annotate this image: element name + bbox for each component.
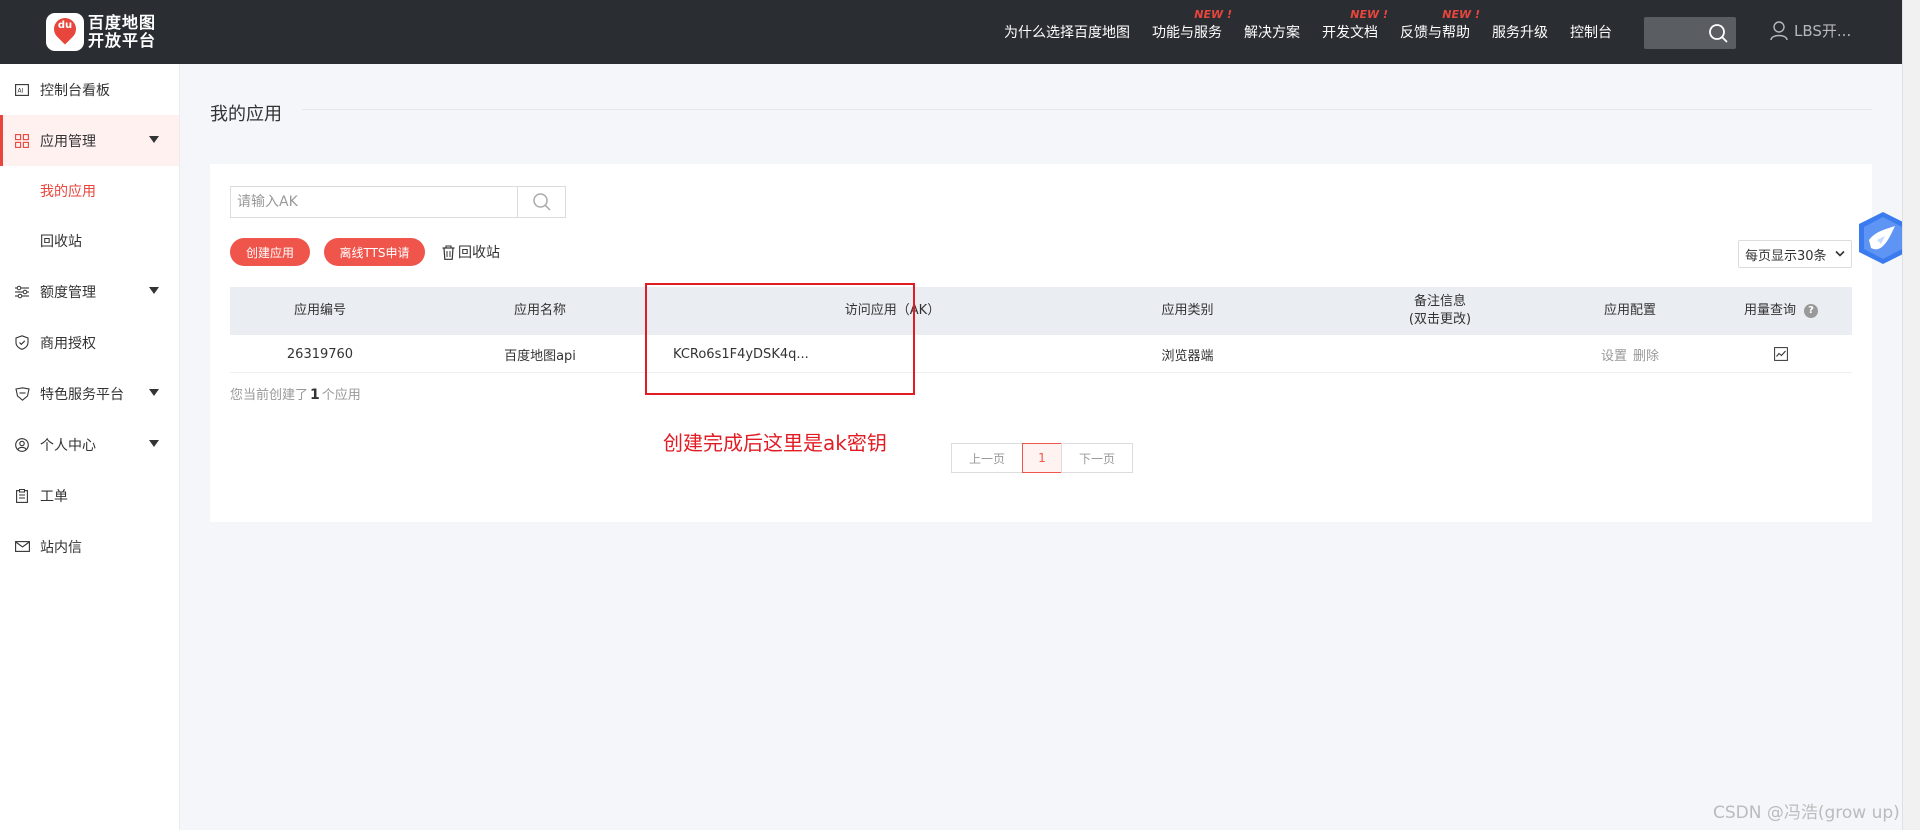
note-cell[interactable] (1290, 335, 1590, 373)
settings-link[interactable]: 设置 (1601, 345, 1627, 364)
delete-link[interactable]: 删除 (1633, 345, 1659, 364)
sidebar-item-dashboard[interactable]: AI 控制台看板 (0, 64, 179, 115)
watermark: CSDN @冯浩(grow up) (1713, 803, 1900, 823)
sidebar-item-featured-services[interactable]: 特色服务平台 (0, 368, 179, 419)
mail-icon (14, 539, 30, 555)
nav-features[interactable]: 功能与服务 NEW ! (1152, 8, 1232, 42)
nav-upgrade[interactable]: 服务升级 (1492, 22, 1548, 42)
app-id-cell: 26319760 (286, 346, 354, 362)
nav-solutions[interactable]: 解决方案 (1244, 22, 1300, 42)
title-divider (302, 109, 1872, 110)
app-name-cell: 百度地图api (504, 348, 576, 364)
ak-search-button[interactable] (517, 187, 565, 217)
sidebar-item-quota[interactable]: 额度管理 (0, 266, 179, 317)
chart-icon[interactable] (1774, 347, 1788, 361)
ak-search-input[interactable] (231, 187, 519, 217)
app-type-cell: 浏览器端 (1161, 348, 1214, 364)
trash-icon (442, 244, 455, 260)
badge-icon (14, 386, 30, 402)
app-count-text: 您当前创建了 1 个应用 (230, 387, 361, 403)
annotation-box (645, 283, 915, 395)
scrollbar[interactable] (1902, 0, 1920, 830)
sidebar-item-recycle-bin[interactable]: 回收站 (0, 216, 179, 266)
sliders-icon (14, 284, 30, 300)
user-name: LBS开... (1794, 22, 1852, 40)
nav-why-baidu[interactable]: 为什么选择百度地图 (1004, 22, 1130, 42)
main-nav: 为什么选择百度地图 功能与服务 NEW ! 解决方案 开发文档 NEW ! 反馈与帮… (982, 0, 1612, 64)
col-usage-query: 用量查询? (1710, 287, 1852, 335)
col-app-id: 应用编号 (293, 303, 346, 318)
create-app-button[interactable]: 创建应用 (230, 238, 310, 266)
recycle-bin-button[interactable]: 回收站 (442, 242, 500, 262)
nav-docs[interactable]: 开发文档 NEW ! (1322, 8, 1388, 42)
logo-text: 百度地图 开放平台 (88, 13, 157, 50)
page-1-button[interactable]: 1 (1022, 443, 1062, 473)
clipboard-icon (14, 488, 30, 504)
chevron-down-icon (149, 389, 159, 396)
chevron-down-icon (149, 440, 159, 447)
baidu-map-logo[interactable]: du 百度地图 开放平台 (46, 12, 156, 52)
pagination: 上一页 1 下一页 (951, 443, 1133, 473)
col-app-config: 应用配置 (1603, 303, 1656, 318)
page-title: 我的应用 (210, 104, 282, 125)
user-icon (1770, 20, 1788, 40)
user-icon (14, 437, 30, 453)
usage-cell (1710, 335, 1852, 373)
sidebar-item-messages[interactable]: 站内信 (0, 521, 179, 572)
table-row: 26319760 百度地图api KCRo6s1F4yDSK4q... 浏览器端… (230, 335, 1852, 373)
col-app-name: 应用名称 (513, 303, 566, 318)
user-menu[interactable]: LBS开... (1770, 20, 1851, 41)
top-navbar: du 百度地图 开放平台 为什么选择百度地图 功能与服务 NEW ! 解决方案 开… (0, 0, 1902, 64)
offline-tts-button[interactable]: 离线TTS申请 (324, 238, 425, 266)
chevron-down-icon (1835, 250, 1845, 257)
nav-feedback[interactable]: 反馈与帮助 NEW ! (1400, 8, 1480, 42)
prev-page-button[interactable]: 上一页 (951, 443, 1023, 473)
new-badge: NEW ! (1442, 8, 1480, 21)
annotation-text: 创建完成后这里是ak密钥 (663, 431, 887, 455)
col-note: 备注信息 (双击更改) (1408, 294, 1472, 327)
table-header: 应用编号 应用名称 访问应用（AK） 应用类别 备注信息 (双击更改) 应用配置… (230, 287, 1852, 335)
next-page-button[interactable]: 下一页 (1061, 443, 1133, 473)
grid-icon (14, 133, 30, 149)
sidebar-item-my-apps[interactable]: 我的应用 (0, 166, 179, 216)
page-size-select[interactable]: 每页显示30条 (1738, 240, 1852, 268)
col-app-type: 应用类别 (1161, 303, 1214, 318)
search-icon (532, 193, 551, 211)
logo-mark-icon: du (46, 13, 84, 51)
shield-icon (14, 335, 30, 351)
sidebar: AI 控制台看板 应用管理 我的应用 回收站 额度管理 商用授权 特色服务平台 … (0, 64, 180, 830)
sidebar-item-app-management[interactable]: 应用管理 (0, 115, 179, 166)
global-search-box[interactable] (1644, 17, 1736, 49)
chevron-down-icon (149, 136, 159, 143)
chevron-down-icon (149, 287, 159, 294)
nav-console[interactable]: 控制台 (1570, 22, 1612, 42)
sidebar-item-personal-center[interactable]: 个人中心 (0, 419, 179, 470)
search-icon[interactable] (1708, 23, 1728, 43)
sidebar-item-commercial-license[interactable]: 商用授权 (0, 317, 179, 368)
sidebar-item-work-order[interactable]: 工单 (0, 470, 179, 521)
new-badge: NEW ! (1350, 8, 1388, 21)
ak-search-field (230, 186, 566, 218)
help-icon[interactable]: ? (1804, 304, 1818, 318)
svg-text:AI: AI (18, 87, 24, 94)
new-badge: NEW ! (1194, 8, 1232, 21)
dashboard-icon: AI (14, 82, 30, 98)
config-cell: 设置 删除 (1550, 335, 1710, 373)
